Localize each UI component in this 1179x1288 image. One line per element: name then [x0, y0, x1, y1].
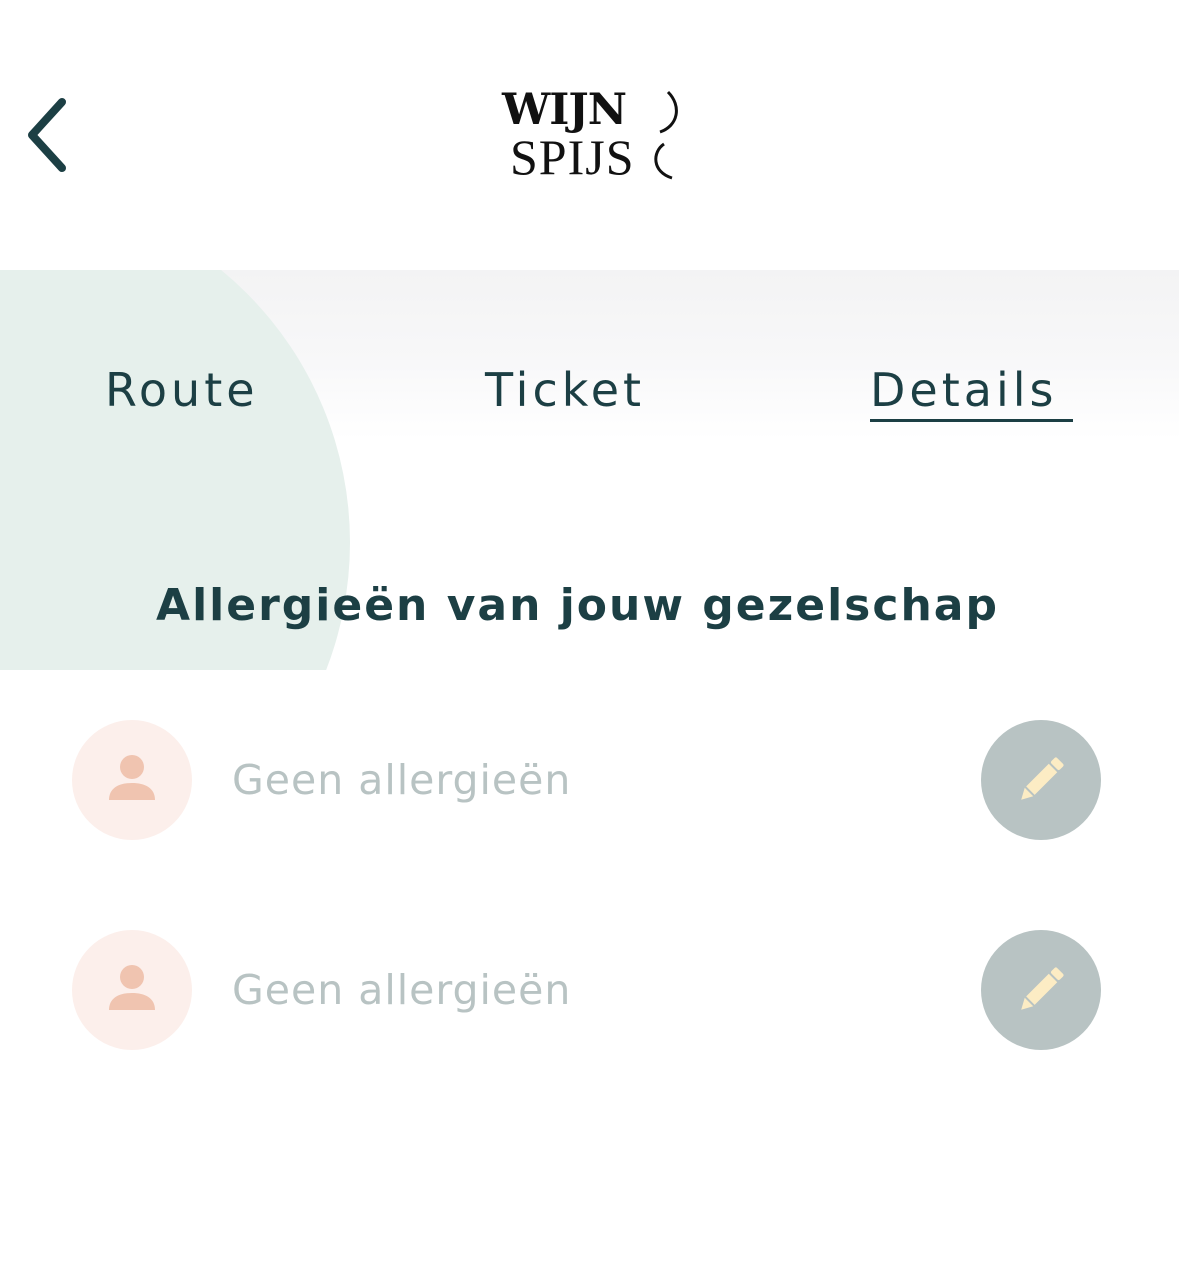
person-icon [109, 755, 155, 800]
pencil-icon [1021, 967, 1064, 1010]
guest-avatar [72, 930, 192, 1050]
back-button[interactable] [8, 85, 88, 185]
tab-route[interactable]: Route [105, 360, 259, 420]
tab-details[interactable]: Details [870, 360, 1057, 420]
chevron-left-icon [28, 98, 66, 172]
allergies-details-screen: WIJN SPIJS Route Ticket Details Allergie… [0, 0, 1179, 1288]
guest-avatar [72, 720, 192, 840]
guest-row: Geen allergieën [0, 720, 1179, 840]
pencil-icon [1021, 757, 1064, 800]
tab-ticket[interactable]: Ticket [485, 360, 645, 420]
wijn-spijs-logo: WIJN SPIJS [498, 86, 682, 186]
guest-allergy-text: Geen allergieën [232, 756, 572, 804]
guest-row: Geen allergieën [0, 930, 1179, 1050]
guest-allergy-text: Geen allergieën [232, 966, 572, 1014]
edit-allergy-button[interactable] [981, 930, 1101, 1050]
person-icon [109, 965, 155, 1010]
edit-allergy-button[interactable] [981, 720, 1101, 840]
app-header: WIJN SPIJS [0, 0, 1179, 270]
logo-swirl-icon [654, 90, 678, 180]
active-tab-indicator [870, 419, 1073, 422]
section-title: Allergieën van jouw gezelschap [156, 580, 999, 631]
